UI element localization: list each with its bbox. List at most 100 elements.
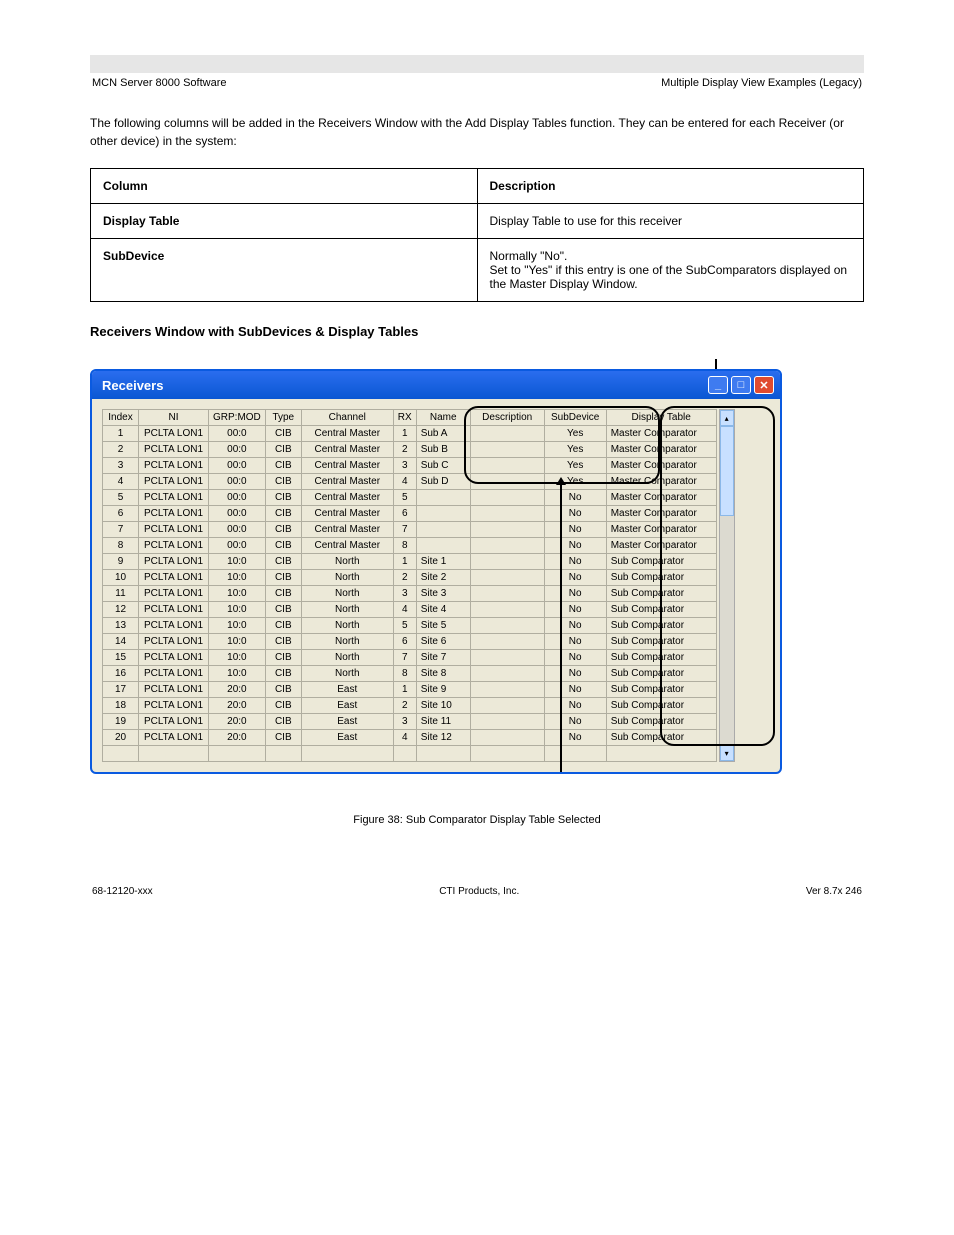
grid-cell[interactable]: CIB (265, 730, 301, 746)
grid-cell[interactable]: No (544, 634, 606, 650)
grid-cell[interactable]: 5 (393, 618, 416, 634)
grid-cell[interactable]: 1 (393, 682, 416, 698)
grid-cell[interactable]: 8 (393, 538, 416, 554)
grid-cell[interactable]: 10:0 (209, 666, 266, 682)
grid-cell[interactable] (470, 554, 544, 570)
grid-cell[interactable] (470, 602, 544, 618)
grid-cell[interactable]: 2 (393, 442, 416, 458)
grid-cell[interactable]: No (544, 538, 606, 554)
grid-cell[interactable]: CIB (265, 666, 301, 682)
grid-cell[interactable] (470, 730, 544, 746)
grid-cell[interactable] (416, 522, 470, 538)
grid-cell[interactable]: 00:0 (209, 474, 266, 490)
grid-column-header[interactable]: Channel (301, 410, 393, 426)
grid-cell[interactable]: Central Master (301, 458, 393, 474)
grid-cell[interactable]: Site 9 (416, 682, 470, 698)
grid-cell[interactable]: 2 (393, 698, 416, 714)
grid-cell[interactable]: PCLTA LON1 (139, 426, 209, 442)
grid-cell[interactable]: CIB (265, 634, 301, 650)
grid-cell[interactable]: Sub D (416, 474, 470, 490)
grid-cell[interactable]: Sub C (416, 458, 470, 474)
grid-cell[interactable]: Sub Comparator (606, 586, 716, 602)
grid-cell[interactable]: 1 (103, 426, 139, 442)
grid-cell[interactable]: PCLTA LON1 (139, 490, 209, 506)
grid-cell[interactable]: Yes (544, 426, 606, 442)
grid-cell[interactable]: No (544, 490, 606, 506)
grid-cell[interactable]: 00:0 (209, 426, 266, 442)
grid-cell[interactable]: PCLTA LON1 (139, 618, 209, 634)
grid-cell[interactable]: Site 1 (416, 554, 470, 570)
grid-column-header[interactable]: Display Table (606, 410, 716, 426)
grid-cell[interactable]: 2 (103, 442, 139, 458)
scroll-thumb[interactable] (720, 426, 734, 516)
grid-cell[interactable]: Site 2 (416, 570, 470, 586)
grid-cell[interactable]: PCLTA LON1 (139, 554, 209, 570)
table-row[interactable]: 1PCLTA LON100:0CIBCentral Master1Sub AYe… (103, 426, 717, 442)
grid-cell[interactable]: 2 (393, 570, 416, 586)
grid-cell[interactable]: CIB (265, 570, 301, 586)
grid-cell[interactable]: 13 (103, 618, 139, 634)
grid-cell[interactable]: 10 (103, 570, 139, 586)
grid-cell[interactable]: Central Master (301, 522, 393, 538)
grid-cell[interactable]: Central Master (301, 506, 393, 522)
grid-cell[interactable]: 10:0 (209, 586, 266, 602)
grid-cell[interactable]: Central Master (301, 490, 393, 506)
grid-cell[interactable]: Central Master (301, 426, 393, 442)
grid-cell[interactable] (470, 522, 544, 538)
grid-cell[interactable]: No (544, 714, 606, 730)
grid-cell[interactable] (470, 538, 544, 554)
grid-cell[interactable]: Site 4 (416, 602, 470, 618)
grid-cell[interactable]: PCLTA LON1 (139, 730, 209, 746)
grid-cell[interactable]: 4 (393, 602, 416, 618)
grid-cell[interactable]: CIB (265, 490, 301, 506)
grid-cell[interactable]: Master Comparator (606, 538, 716, 554)
grid-cell[interactable]: 14 (103, 634, 139, 650)
grid-cell[interactable]: 6 (103, 506, 139, 522)
grid-cell[interactable]: 00:0 (209, 442, 266, 458)
grid-cell[interactable]: 4 (393, 730, 416, 746)
grid-cell[interactable]: No (544, 730, 606, 746)
grid-cell[interactable]: 10:0 (209, 554, 266, 570)
grid-cell[interactable] (470, 634, 544, 650)
grid-cell[interactable]: 1 (393, 426, 416, 442)
grid-cell[interactable]: CIB (265, 586, 301, 602)
grid-cell[interactable] (470, 682, 544, 698)
grid-cell[interactable]: 17 (103, 682, 139, 698)
grid-cell[interactable]: No (544, 522, 606, 538)
grid-cell[interactable]: CIB (265, 698, 301, 714)
grid-cell[interactable]: 7 (393, 522, 416, 538)
grid-cell[interactable]: No (544, 586, 606, 602)
grid-cell[interactable]: CIB (265, 714, 301, 730)
grid-cell[interactable]: 20:0 (209, 714, 266, 730)
grid-column-header[interactable]: SubDevice (544, 410, 606, 426)
grid-cell[interactable] (470, 714, 544, 730)
grid-cell[interactable]: CIB (265, 474, 301, 490)
grid-cell[interactable]: Sub Comparator (606, 698, 716, 714)
grid-column-header[interactable]: RX (393, 410, 416, 426)
grid-cell[interactable]: CIB (265, 426, 301, 442)
grid-cell[interactable]: No (544, 698, 606, 714)
table-row[interactable]: 19PCLTA LON120:0CIBEast3Site 11NoSub Com… (103, 714, 717, 730)
table-row[interactable]: 4PCLTA LON100:0CIBCentral Master4Sub DYe… (103, 474, 717, 490)
grid-cell[interactable]: 3 (393, 586, 416, 602)
grid-cell[interactable] (470, 426, 544, 442)
grid-cell[interactable]: No (544, 570, 606, 586)
grid-cell[interactable]: 6 (393, 506, 416, 522)
grid-cell[interactable]: 7 (103, 522, 139, 538)
table-row[interactable]: 8PCLTA LON100:0CIBCentral Master8NoMaste… (103, 538, 717, 554)
grid-cell[interactable]: CIB (265, 618, 301, 634)
grid-cell[interactable]: 1 (393, 554, 416, 570)
grid-cell[interactable]: Site 5 (416, 618, 470, 634)
grid-cell[interactable] (470, 650, 544, 666)
grid-cell[interactable]: PCLTA LON1 (139, 650, 209, 666)
grid-cell[interactable]: East (301, 714, 393, 730)
grid-cell[interactable]: 10:0 (209, 618, 266, 634)
grid-cell[interactable]: PCLTA LON1 (139, 458, 209, 474)
grid-cell[interactable]: 5 (103, 490, 139, 506)
grid-cell[interactable]: Master Comparator (606, 522, 716, 538)
grid-cell[interactable]: Sub Comparator (606, 730, 716, 746)
receivers-grid[interactable]: IndexNIGRP:MODTypeChannelRXNameDescripti… (102, 409, 717, 762)
grid-cell[interactable]: No (544, 682, 606, 698)
grid-cell[interactable]: East (301, 698, 393, 714)
grid-cell[interactable] (470, 618, 544, 634)
